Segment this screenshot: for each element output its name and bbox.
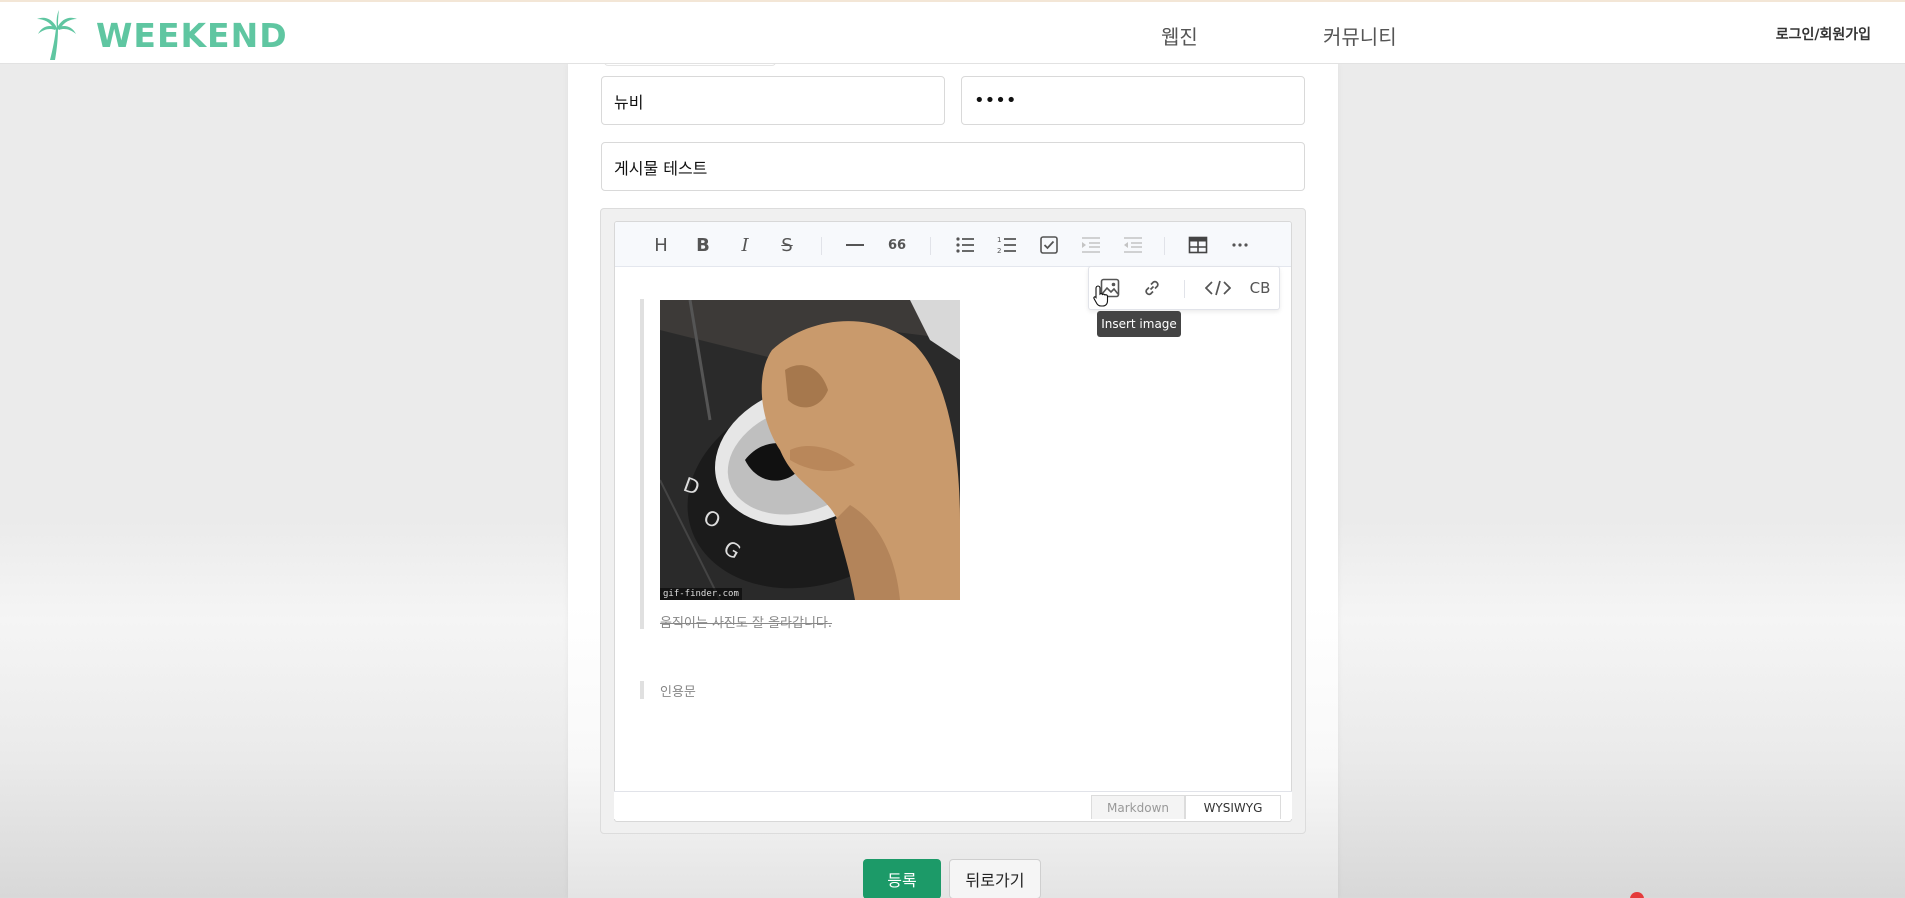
wysiwyg-tab-label: WYSIWYG xyxy=(1203,800,1263,815)
heading-button[interactable]: H xyxy=(646,230,676,260)
italic-icon: I xyxy=(741,234,749,256)
task-list-button[interactable] xyxy=(1034,230,1064,260)
editor-mode-bar: Markdown WYSIWYG xyxy=(614,791,1292,819)
strike-icon: S xyxy=(781,234,793,256)
palm-tree-icon xyxy=(37,10,77,60)
top-header: WEEKEND 웹진 커뮤니티 로그인/회원가입 xyxy=(0,0,1905,64)
submit-label: 등록 xyxy=(887,871,917,890)
italic-button[interactable]: I xyxy=(730,230,760,260)
horizontal-rule-icon xyxy=(846,244,864,246)
link-icon xyxy=(1145,280,1159,296)
indent-icon xyxy=(1082,237,1100,253)
bullet-list-icon xyxy=(956,237,974,253)
overflow-toolbar-popup: CB xyxy=(1088,266,1280,310)
insert-image-tooltip: Insert image xyxy=(1097,311,1181,337)
codeblock-button[interactable]: CB xyxy=(1245,273,1275,303)
table-button[interactable] xyxy=(1183,230,1213,260)
markdown-tab-label: Markdown xyxy=(1107,800,1169,815)
hand-cursor-icon xyxy=(1093,285,1109,307)
gif-watermark: gif-finder.com xyxy=(660,588,742,600)
author-value: 뉴비 xyxy=(614,92,644,112)
table-icon xyxy=(1188,236,1208,254)
back-label: 뒤로가기 xyxy=(965,871,1025,890)
nav-community[interactable]: 커뮤니티 xyxy=(1323,21,1397,50)
site-logo[interactable]: WEEKEND xyxy=(34,10,288,60)
back-button[interactable]: 뒤로가기 xyxy=(949,859,1041,898)
bold-button[interactable]: B xyxy=(688,230,718,260)
heading-icon: H xyxy=(654,234,668,256)
password-value: •••• xyxy=(974,90,1017,111)
bullet-list-button[interactable] xyxy=(950,230,980,260)
toolbar-divider xyxy=(1184,280,1185,298)
svg-text:2: 2 xyxy=(997,247,1001,255)
checkbox-icon xyxy=(1040,236,1058,254)
code-icon xyxy=(1205,280,1231,296)
more-button[interactable] xyxy=(1225,230,1255,260)
insert-link-button[interactable] xyxy=(1137,273,1167,303)
svg-text:1: 1 xyxy=(997,236,1001,244)
logo-text: WEEKEND xyxy=(96,15,288,55)
nav-webzine[interactable]: 웹진 xyxy=(1161,21,1198,50)
blockquote-icon: 66 xyxy=(887,237,907,253)
editor-toolbar: H B I S 66 1 2 xyxy=(615,222,1291,267)
title-field[interactable]: 게시물 테스트 xyxy=(601,142,1305,191)
horizontal-rule-button[interactable] xyxy=(840,230,870,260)
toolbar-divider xyxy=(930,237,931,255)
title-value: 게시물 테스트 xyxy=(614,158,708,178)
blockquote-placeholder: 인용문 xyxy=(660,685,696,700)
strike-button[interactable]: S xyxy=(772,230,802,260)
markdown-tab[interactable]: Markdown xyxy=(1091,795,1185,819)
more-dots-icon xyxy=(1232,243,1248,247)
outdent-icon xyxy=(1124,237,1142,253)
indent-button[interactable] xyxy=(1076,230,1106,260)
blockquote-button[interactable]: 66 xyxy=(882,230,912,260)
codeblock-label: CB xyxy=(1249,279,1271,297)
toolbar-divider xyxy=(1164,237,1165,255)
toolbar-divider xyxy=(821,237,822,255)
author-field[interactable]: 뉴비 xyxy=(601,76,945,125)
blockquote-bar xyxy=(640,681,644,699)
notification-dot xyxy=(1630,892,1644,898)
ordered-list-button[interactable]: 1 2 xyxy=(992,230,1022,260)
password-field[interactable]: •••• xyxy=(961,76,1305,125)
code-button[interactable] xyxy=(1203,273,1233,303)
submit-button[interactable]: 등록 xyxy=(863,859,941,898)
tooltip-text: Insert image xyxy=(1101,317,1177,331)
dog-gif-image[interactable]: D O G gif-finder.com xyxy=(660,300,960,600)
login-signup-link[interactable]: 로그인/회원가입 xyxy=(1776,24,1871,44)
ordered-list-icon: 1 2 xyxy=(997,236,1016,255)
dog-drinking-image: D O G xyxy=(660,300,960,600)
wysiwyg-tab[interactable]: WYSIWYG xyxy=(1185,795,1281,819)
blockquote-bar xyxy=(640,299,644,629)
outdent-button[interactable] xyxy=(1118,230,1148,260)
bold-icon: B xyxy=(696,234,710,256)
strikethrough-caption: 움직이는 사진도 잘 올라갑니다. xyxy=(660,616,833,631)
